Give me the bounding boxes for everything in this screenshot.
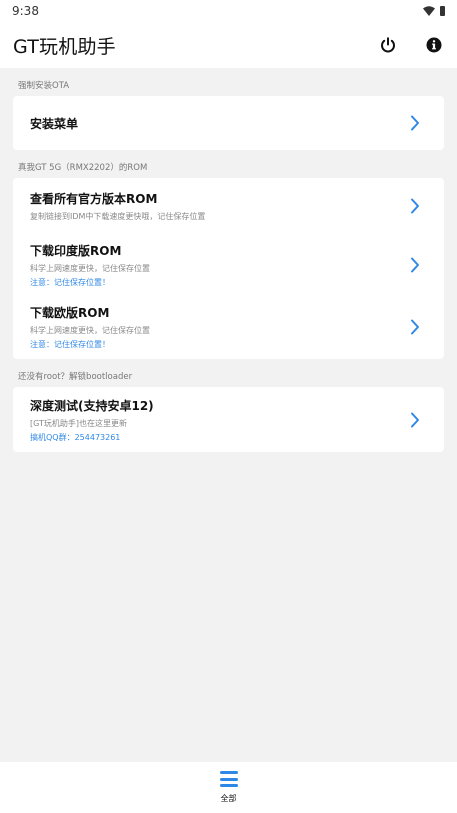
battery-icon [440,6,445,16]
status-time: 9:38 [12,4,39,18]
row-subtitle: 科学上网速度更快，记住保存位置 [30,263,150,273]
content-area: 强制安装OTA 安装菜单 真我GT 5G（RMX2202）的ROM 查看所有官方… [0,68,457,452]
app-title: GT玩机助手 [13,35,116,58]
row-note: 注意：记住保存位置！ [30,340,110,349]
row-title: 深度测试(支持安卓12) [30,398,154,413]
info-button[interactable] [423,34,445,56]
power-icon [381,37,395,53]
row-note: 搞机QQ群：254473261 [30,432,121,442]
nav-item-all[interactable]: 全部 [219,771,238,804]
row-title: 查看所有官方版本ROM [30,192,158,206]
app-actions [377,22,445,68]
chevron-right-icon [411,257,419,272]
card-ota: 安装菜单 [13,96,444,150]
menu-icon [219,771,238,787]
status-bar: 9:38 [0,0,457,22]
power-button[interactable] [377,34,399,56]
row-note: 注意：记住保存位置！ [30,277,110,287]
row-subtitle: 复制链接到IDM中下载速度更快哦，记住保存位置 [30,212,206,221]
app-bar: GT玩机助手 [0,22,457,68]
row-title: 下载欧版ROM [30,306,110,320]
info-icon [426,37,442,53]
chevron-right-icon [411,115,419,131]
nav-label: 全部 [220,794,237,803]
wifi-icon [423,6,435,16]
section-label-ota: 强制安装OTA [18,81,70,91]
list-item-india-rom[interactable]: 下载印度版ROM 科学上网速度更快，记住保存位置 注意：记住保存位置！ [13,234,444,295]
list-item-deep-test[interactable]: 深度测试(支持安卓12) [GT玩机助手]也在这里更新 搞机QQ群：254473… [13,387,444,452]
row-title: 下载印度版ROM [30,243,122,258]
list-item-official-rom[interactable]: 查看所有官方版本ROM 复制链接到IDM中下载速度更快哦，记住保存位置 [13,178,444,234]
list-item-eu-rom[interactable]: 下载欧版ROM 科学上网速度更快，记住保存位置 注意：记住保存位置！ [13,295,444,359]
row-title: 安装菜单 [30,116,79,131]
chevron-right-icon [411,412,419,427]
card-rom: 查看所有官方版本ROM 复制链接到IDM中下载速度更快哦，记住保存位置 下载印度… [13,178,444,359]
section-label-rom: 真我GT 5G（RMX2202）的ROM [18,163,148,173]
bottom-nav: 全部 [0,762,457,813]
row-subtitle: 科学上网速度更快，记住保存位置 [30,326,150,335]
section-label-root: 还没有root？解锁bootloader [18,372,133,382]
card-root: 深度测试(支持安卓12) [GT玩机助手]也在这里更新 搞机QQ群：254473… [13,387,444,452]
chevron-right-icon [411,198,419,214]
status-icons [423,6,445,16]
row-subtitle: [GT玩机助手]也在这里更新 [30,418,128,428]
chevron-right-icon [411,319,419,335]
list-item-install-menu[interactable]: 安装菜单 [13,96,444,150]
